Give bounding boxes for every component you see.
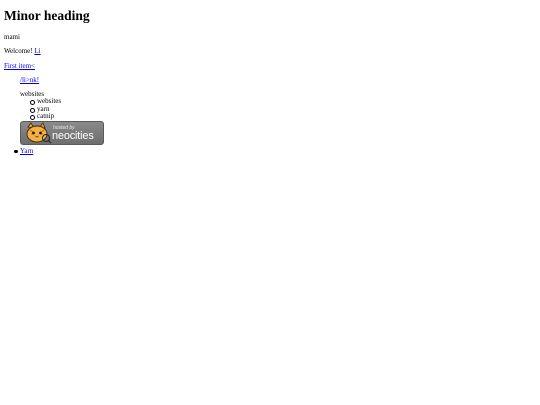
page-heading: Minor heading [4, 8, 90, 23]
neocities-cat-icon [26, 122, 52, 144]
sub-list: websites yarn catnip [29, 97, 61, 121]
escaped-link[interactable]: /li>nk! [20, 76, 39, 84]
list-item: catnip [29, 113, 61, 121]
yarn-link[interactable]: Yarn [20, 147, 33, 155]
bottom-list: Yarn [13, 147, 33, 156]
hosted-by-neocities-badge[interactable]: hosted by neocities [20, 121, 104, 145]
escaped-link-line: /li>nk! [20, 76, 39, 85]
welcome-text: Welcome! [4, 47, 35, 55]
first-item-link[interactable]: First item< [4, 62, 35, 70]
badge-brand-text: neocities [52, 130, 94, 142]
welcome-line: Welcome! Li [4, 47, 41, 56]
page: Minor heading mami Welcome! Li First ite… [0, 0, 540, 405]
list-item: Yarn [13, 147, 33, 156]
text-line-mami: mami [4, 33, 20, 41]
first-item-line: First item< [4, 62, 35, 71]
welcome-link[interactable]: Li [34, 47, 40, 55]
